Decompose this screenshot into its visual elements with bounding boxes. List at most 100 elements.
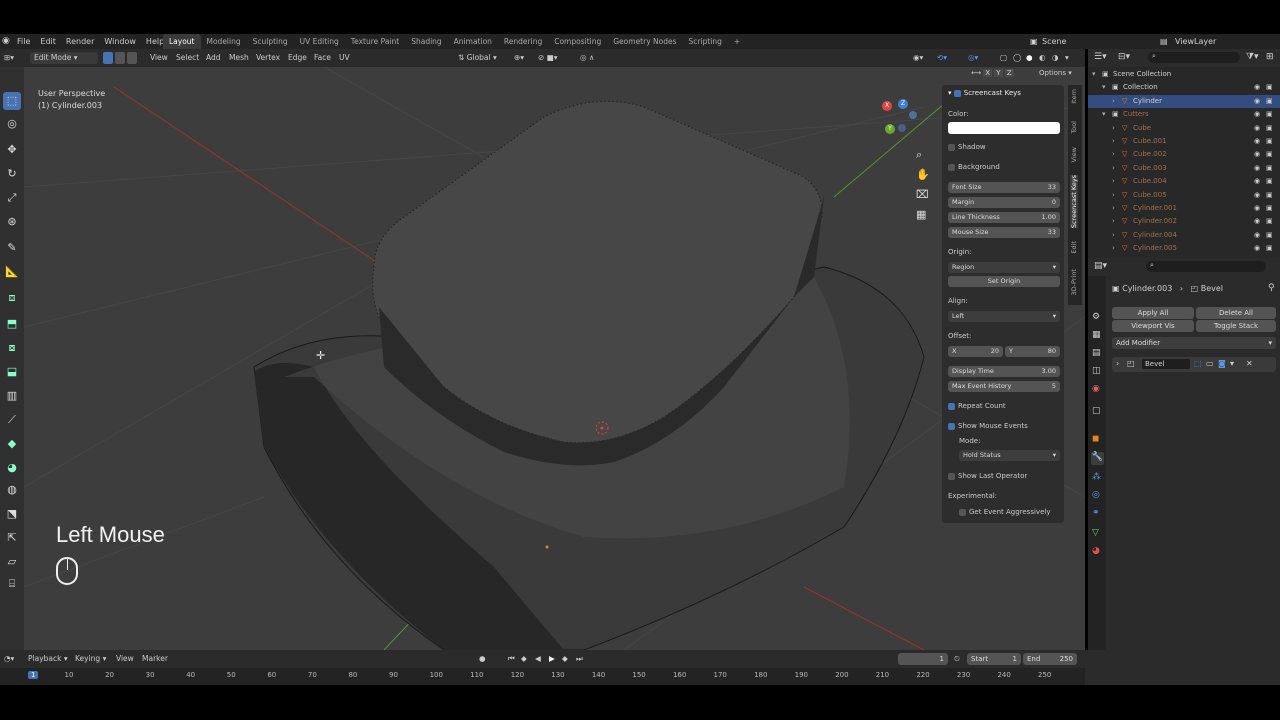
outliner-row[interactable]: › ▽ Cube.002 ◉ ▣ — [1088, 148, 1280, 161]
knife-tool-icon[interactable]: ⟋ — [3, 411, 21, 429]
menu-file[interactable]: File — [12, 34, 35, 49]
visibility-eye-icon[interactable]: ◉ — [1254, 108, 1260, 121]
tab-sculpting[interactable]: Sculpting — [247, 34, 294, 49]
gizmo-neg-z[interactable] — [898, 124, 906, 132]
get-event-checkbox[interactable] — [959, 508, 966, 516]
header-menu-view[interactable]: View — [150, 52, 168, 64]
cursor-tool-icon[interactable]: ◎ — [3, 115, 21, 133]
timeline-ruler[interactable]: 1 10 20 30 40 50 60 70 80 90 100 110 120 130 140 150 160… — [0, 668, 1085, 685]
output-tab-icon[interactable]: ▤ — [1092, 348, 1101, 358]
loop-cut-tool-icon[interactable]: ▥ — [3, 387, 21, 405]
offset-x-field[interactable]: X 20 — [948, 346, 1003, 357]
modifier-name-field[interactable]: Bevel — [1142, 359, 1190, 369]
toggle-stack-button[interactable]: Toggle Stack — [1196, 320, 1276, 332]
repeat-count-checkbox[interactable] — [948, 402, 955, 410]
expand-arrow-icon[interactable]: › — [1112, 202, 1115, 215]
record-button-icon[interactable]: ● — [479, 653, 486, 665]
solid-shading-icon[interactable]: ● — [1026, 52, 1033, 64]
outliner-row[interactable]: › ▽ Cylinder.001 ◉ ▣ — [1088, 202, 1280, 215]
current-frame-field[interactable]: 1 — [898, 653, 948, 665]
tab-screencast-keys[interactable]: Screencast Keys — [1070, 175, 1078, 229]
edge-select-icon[interactable] — [115, 52, 125, 64]
gizmo-neg-x[interactable] — [909, 111, 917, 119]
navigation-gizmo[interactable]: X Z Y — [882, 99, 922, 139]
tab-layout[interactable]: Layout — [163, 34, 201, 49]
visibility-eye-icon[interactable]: ◉ — [1254, 242, 1260, 255]
preview-range-icon[interactable]: ⏲ — [954, 653, 960, 665]
outliner-row[interactable]: › ▽ Cylinder.002 ◉ ▣ — [1088, 215, 1280, 228]
outliner-row[interactable]: ▾ ▣ Collection ◉ ▣ — [1088, 81, 1280, 94]
outliner-row[interactable]: › ▽ Cube.003 ◉ ▣ — [1088, 162, 1280, 175]
view-layer-tab-icon[interactable]: ◫ — [1092, 366, 1101, 376]
font-size-field[interactable]: Font Size 33 — [948, 182, 1060, 193]
show-mouse-events-checkbox[interactable] — [948, 422, 955, 430]
outliner-row[interactable]: ▾ ▣ Cutters ◉ ▣ — [1088, 108, 1280, 121]
object-tab-icon[interactable]: ◼ — [1092, 434, 1099, 444]
outliner-row[interactable]: ▾ ▣ Scene Collection — [1088, 68, 1280, 81]
expand-arrow-icon[interactable]: › — [1112, 229, 1115, 242]
measure-tool-icon[interactable]: 📐 — [3, 263, 21, 281]
render-camera-icon[interactable]: ▣ — [1266, 108, 1273, 121]
mode-dropdown[interactable]: Hold Status ▾ — [959, 450, 1060, 461]
material-shading-icon[interactable]: ◐ — [1039, 52, 1046, 64]
display-mode-icon[interactable]: ⊟▾ — [1118, 52, 1130, 62]
gizmo-z[interactable]: Z — [898, 99, 908, 109]
show-mouse-events-toggle[interactable]: Show Mouse Events — [948, 422, 1060, 430]
zoom-icon[interactable]: ⌕ — [916, 148, 922, 162]
pin-icon[interactable]: ⚲ — [1268, 283, 1275, 293]
properties-search-input[interactable]: ⌕ — [1146, 261, 1266, 272]
expand-arrow-icon[interactable]: › — [1112, 242, 1115, 255]
prev-keyframe-icon[interactable]: ◆ — [521, 653, 527, 665]
editor-type-icon[interactable]: ⊞▾ — [4, 52, 14, 64]
tab-animation[interactable]: Animation — [448, 34, 498, 49]
tab-tool[interactable]: Tool — [1070, 121, 1078, 134]
expand-arrow-icon[interactable]: ▾ — [1092, 68, 1096, 81]
select-box-tool-icon[interactable]: ⬚ — [3, 92, 21, 110]
max-event-field[interactable]: Max Event History 5 — [948, 381, 1060, 392]
inset-tool-icon[interactable]: ⧇ — [3, 339, 21, 357]
bevel-modifier-panel[interactable]: › ◰ Bevel ⬚ ▭ ◙ ▾ ✕ — [1112, 357, 1276, 372]
header-menu-add[interactable]: Add — [206, 52, 221, 64]
timeline-menu-view[interactable]: View — [116, 653, 134, 665]
header-menu-face[interactable]: Face — [314, 52, 331, 64]
rotate-tool-icon[interactable]: ↻ — [3, 165, 21, 183]
add-cube-tool-icon[interactable]: ⧈ — [3, 289, 21, 307]
expand-arrow-icon[interactable]: ▾ — [1102, 108, 1106, 121]
render-toggle-icon[interactable]: ◙ — [1218, 359, 1226, 368]
annotate-tool-icon[interactable]: ✎ — [3, 239, 21, 257]
background-toggle[interactable]: Background — [948, 163, 1060, 171]
display-time-field[interactable]: Display Time 3.00 — [948, 366, 1060, 377]
physics-tab-icon[interactable]: ◎ — [1092, 490, 1100, 500]
viewport-display-icon[interactable]: ▭ — [1206, 359, 1214, 368]
pivot-icon[interactable]: ⊕▾ — [514, 52, 524, 64]
3d-viewport[interactable]: ✛ User Perspective (1) Cylinder.003 Left… — [24, 67, 1085, 650]
grid-icon[interactable]: ▦ — [916, 208, 926, 221]
visibility-eye-icon[interactable]: ◉ — [1254, 215, 1260, 228]
visibility-eye-icon[interactable]: ◉ — [1254, 189, 1260, 202]
options-button[interactable]: Options ▾ — [1039, 69, 1072, 77]
delete-all-button[interactable]: Delete All — [1196, 307, 1276, 319]
visibility-eye-icon[interactable]: ◉ — [1254, 162, 1260, 175]
render-tab-icon[interactable]: ▦ — [1092, 330, 1101, 340]
visibility-eye-icon[interactable]: ◉ — [1254, 122, 1260, 135]
apply-all-button[interactable]: Apply All — [1112, 307, 1194, 319]
header-menu-vertex[interactable]: Vertex — [256, 52, 280, 64]
render-camera-icon[interactable]: ▣ — [1266, 189, 1273, 202]
snap-icon[interactable]: ⊘ ■▾ — [538, 52, 558, 64]
align-dropdown[interactable]: Left ▾ — [948, 311, 1060, 322]
render-camera-icon[interactable]: ▣ — [1266, 81, 1273, 94]
visibility-eye-icon[interactable]: ◉ — [1254, 148, 1260, 161]
outliner-row[interactable]: › ▽ Cylinder ◉ ▣ — [1088, 94, 1280, 108]
mirror-z-button[interactable]: Z — [1004, 69, 1014, 77]
rendered-shading-icon[interactable]: ◑ — [1052, 52, 1059, 64]
jump-start-icon[interactable]: ⏮ — [508, 653, 515, 665]
tab-texture-paint[interactable]: Texture Paint — [345, 34, 405, 49]
line-thickness-field[interactable]: Line Thickness 1.00 — [948, 212, 1060, 223]
constraints-tab-icon[interactable]: ⚭ — [1092, 508, 1100, 518]
outliner-row[interactable]: › ▽ Cube.005 ◉ ▣ — [1088, 189, 1280, 202]
visibility-eye-icon[interactable]: ◉ — [1254, 229, 1260, 242]
shading-options-icon[interactable]: ▾ — [1065, 52, 1069, 64]
particles-tab-icon[interactable]: ⁂ — [1092, 472, 1101, 482]
modifier-menu-icon[interactable]: ▾ — [1230, 359, 1234, 368]
visibility-eye-icon[interactable]: ◉ — [1254, 81, 1260, 94]
